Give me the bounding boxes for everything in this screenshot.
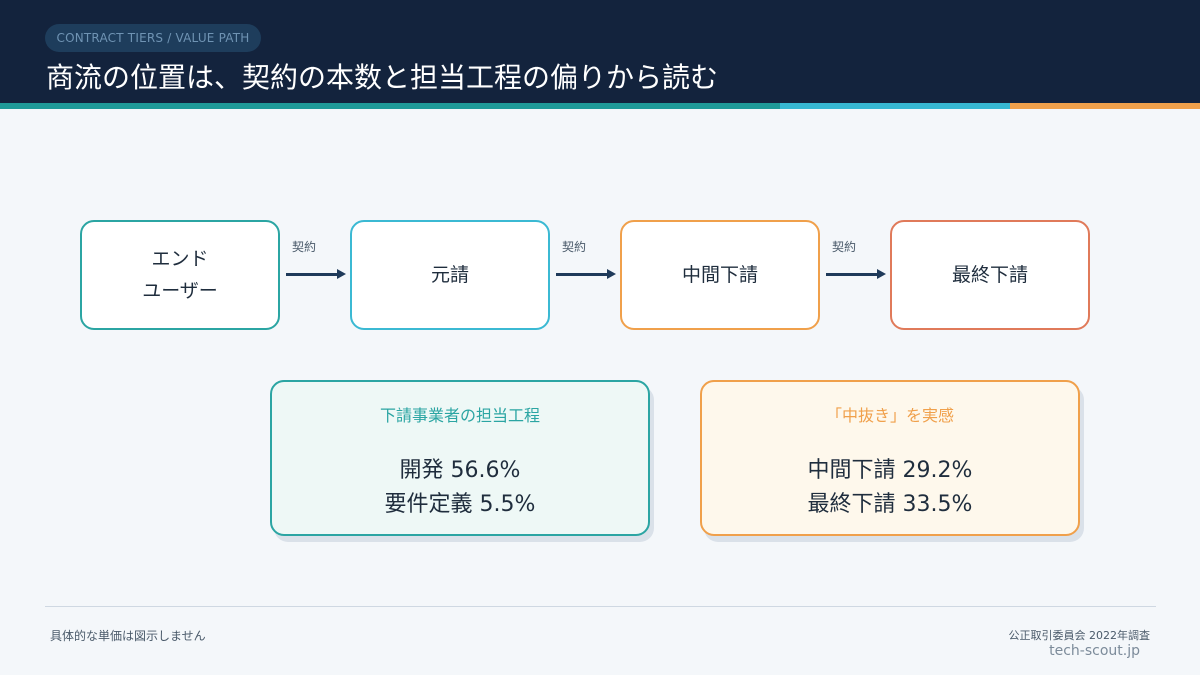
contract-label: 契約 bbox=[832, 240, 857, 254]
card-title: 「中抜き」を実感 bbox=[825, 406, 954, 425]
arrow-line bbox=[286, 273, 338, 276]
header-bar: CONTRACT TIERS / VALUE PATH 商流の位置は、契約の本数… bbox=[0, 0, 1200, 103]
card-stat-middle: 中間下請 29.2% bbox=[807, 458, 973, 483]
card-stat-final: 最終下請 33.5% bbox=[807, 492, 973, 517]
section-tag: CONTRACT TIERS / VALUE PATH bbox=[45, 24, 261, 52]
card-middleman-perception: 「中抜き」を実感 中間下請 29.2% 最終下請 33.5% bbox=[700, 380, 1080, 536]
arrow-head-icon bbox=[607, 269, 616, 279]
arrow-head-icon bbox=[337, 269, 346, 279]
footer-divider bbox=[45, 606, 1156, 607]
node-middle-subcontractor: 中間下請 bbox=[620, 220, 820, 330]
node-end-user: エンド ユーザー bbox=[80, 220, 280, 330]
card-process-share: 下請事業者の担当工程 開発 56.6% 要件定義 5.5% bbox=[270, 380, 650, 536]
accent-stripe-cyan bbox=[780, 103, 1010, 109]
node-prime-contractor: 元請 bbox=[350, 220, 550, 330]
contract-arrow-1: 契約 bbox=[286, 238, 348, 280]
slide-title: 商流の位置は、契約の本数と担当工程の偏りから読む bbox=[46, 61, 719, 94]
card-title: 下請事業者の担当工程 bbox=[379, 406, 540, 425]
accent-stripe-teal bbox=[0, 103, 780, 109]
node-label: 中間下請 bbox=[681, 264, 758, 286]
card-stat-development: 開発 56.6% bbox=[399, 458, 521, 483]
arrow-line bbox=[556, 273, 608, 276]
contract-arrow-3: 契約 bbox=[826, 238, 888, 280]
node-label-line2: ユーザー bbox=[142, 280, 218, 302]
card-stat-requirements: 要件定義 5.5% bbox=[384, 492, 536, 517]
arrow-head-icon bbox=[877, 269, 886, 279]
arrow-line bbox=[826, 273, 878, 276]
accent-stripe-orange bbox=[1010, 103, 1200, 109]
footer-source: 公正取引委員会 2022年調査 bbox=[1008, 629, 1151, 642]
contract-label: 契約 bbox=[562, 240, 587, 254]
node-label: 元請 bbox=[430, 264, 469, 286]
node-final-subcontractor: 最終下請 bbox=[890, 220, 1090, 330]
contract-label: 契約 bbox=[292, 240, 317, 254]
footer-note: 具体的な単価は図示しません bbox=[50, 629, 206, 643]
contract-arrow-2: 契約 bbox=[556, 238, 618, 280]
brand-label: tech-scout.jp bbox=[1049, 643, 1140, 659]
node-label-line1: エンド bbox=[151, 248, 209, 270]
node-label: 最終下請 bbox=[951, 264, 1028, 286]
